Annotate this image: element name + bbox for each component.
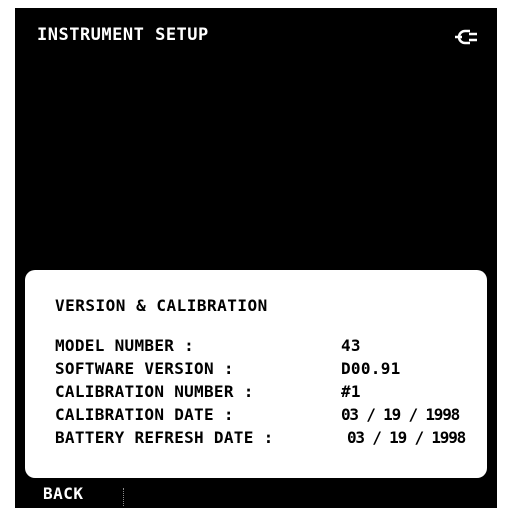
version-calibration-dialog: VERSION & CALIBRATION MODEL NUMBER : 43 …	[25, 270, 487, 478]
softkey-bar: BACK	[15, 484, 497, 508]
power-plug-icon	[455, 29, 477, 45]
calibration-number-label: CALIBRATION NUMBER :	[55, 382, 254, 401]
page-title: INSTRUMENT SETUP	[37, 25, 209, 45]
software-version-value: D00.91	[341, 359, 401, 378]
calibration-number-value: #1	[341, 382, 361, 401]
dialog-title: VERSION & CALIBRATION	[55, 296, 268, 315]
calibration-number-row: CALIBRATION NUMBER : #1	[55, 382, 485, 404]
battery-refresh-date-value: 03 / 19 / 1998	[347, 428, 466, 447]
calibration-date-value: 03 / 19 / 1998	[341, 405, 460, 424]
back-button[interactable]: BACK	[39, 484, 88, 503]
softkey-divider	[123, 488, 125, 506]
calibration-date-row: CALIBRATION DATE : 03 / 19 / 1998	[55, 405, 485, 427]
model-number-row: MODEL NUMBER : 43	[55, 336, 485, 358]
calibration-date-label: CALIBRATION DATE :	[55, 405, 234, 424]
battery-refresh-date-row: BATTERY REFRESH DATE : 03 / 19 / 1998	[55, 428, 485, 450]
software-version-label: SOFTWARE VERSION :	[55, 359, 234, 378]
model-number-value: 43	[341, 336, 361, 355]
software-version-row: SOFTWARE VERSION : D00.91	[55, 359, 485, 381]
model-number-label: MODEL NUMBER :	[55, 336, 195, 355]
instrument-screen: INSTRUMENT SETUP VERSION & CALIBRATION M…	[15, 8, 497, 508]
battery-refresh-date-label: BATTERY REFRESH DATE :	[55, 428, 274, 447]
